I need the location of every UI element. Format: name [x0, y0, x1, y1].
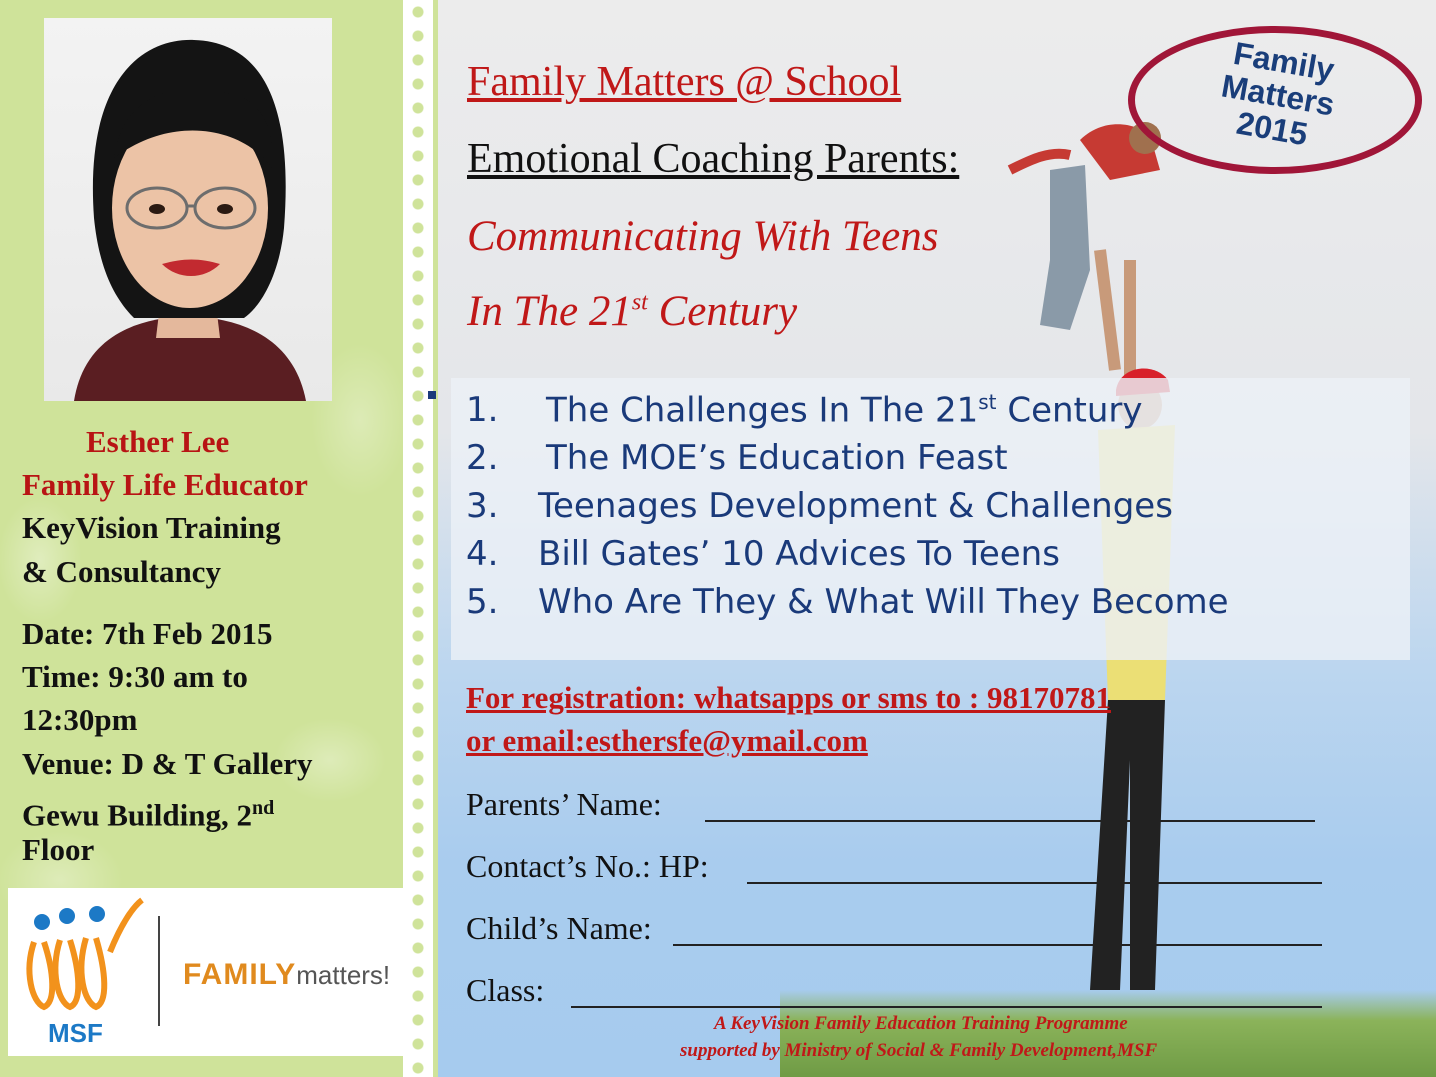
family-word: FAMILY [183, 958, 297, 991]
title-communicating-teens: Communicating With Teens [467, 213, 939, 260]
agenda-text: Teenages Development & Challenges [538, 486, 1173, 526]
event-time-line1: Time: 9:30 am to [22, 659, 248, 694]
agenda-number: 4. [466, 534, 499, 574]
event-venue-line1: Venue: D & T Gallery [22, 746, 313, 781]
parents-name-field[interactable] [705, 820, 1315, 822]
event-time-line2: 12:30pm [22, 702, 138, 737]
agenda-item: 3. Teenages Development & Challenges [466, 486, 1173, 526]
child-name-label: Child’s Name: [466, 910, 652, 946]
speaker-name: Esther Lee [86, 424, 230, 459]
agenda-text-b: Century [996, 390, 1143, 431]
class-field[interactable] [571, 1006, 1322, 1008]
speaker-org-line2: & Consultancy [22, 554, 221, 589]
agenda-number: 2. [466, 438, 499, 478]
agenda-number: 1. [466, 390, 499, 431]
msf-label: MSF [48, 1018, 103, 1048]
venue-floor-suffix: nd [252, 797, 275, 819]
matters-word: matters! [296, 960, 391, 990]
title-emotional-coaching: Emotional Coaching Parents: [467, 136, 960, 182]
footer-programme: A KeyVision Family Education Training Pr… [714, 1013, 1128, 1034]
contact-label: Contact’s No.: HP: [466, 848, 709, 884]
child-name-field[interactable] [673, 944, 1322, 946]
registration-contact[interactable]: For registration: whatsapps or sms to : … [466, 680, 1111, 716]
title-family-matters-school: Family Matters @ School [467, 59, 902, 105]
title-21st-century: In The 21st Century [467, 287, 797, 336]
agenda-item: 1. The Challenges In The 21st Century [466, 390, 1143, 430]
agenda-text: The MOE’s Education Feast [546, 438, 1008, 478]
class-label: Class: [466, 972, 545, 1008]
registration-email[interactable]: or email:esthersfe@ymail.com [466, 723, 868, 759]
agenda-text: Who Are They & What Will They Become [538, 582, 1229, 622]
logo-divider [158, 916, 160, 1026]
msf-logo-icon: MSF [26, 897, 144, 1048]
speaker-org-line1: KeyVision Training [22, 510, 281, 545]
bullet-marker [428, 391, 436, 399]
agenda-item: 5. Who Are They & What Will They Become [466, 582, 1229, 622]
speaker-role: Family Life Educator [22, 467, 308, 502]
footer-supported-by: supported by Ministry of Social & Family… [680, 1040, 1158, 1061]
speaker-portrait [44, 18, 332, 401]
portrait-illustration [74, 39, 306, 401]
agenda-number: 3. [466, 486, 499, 526]
agenda-text: The Challenges In The 21 [546, 390, 979, 431]
family-matters-logo: FAMILYmatters! [183, 958, 390, 992]
agenda-sup: st [978, 390, 997, 414]
parents-name-label: Parents’ Name: [466, 786, 662, 822]
event-venue-line3: Floor [22, 832, 95, 867]
title-21st-sup: st [631, 289, 648, 316]
contact-field[interactable] [747, 882, 1322, 884]
agenda-number: 5. [466, 582, 499, 622]
title-21st-part-b: Century [647, 288, 798, 335]
agenda-item: 2. The MOE’s Education Feast [466, 438, 1008, 478]
agenda-text: Bill Gates’ 10 Advices To Teens [538, 534, 1060, 574]
agenda-item: 4. Bill Gates’ 10 Advices To Teens [466, 534, 1060, 574]
title-21st-part-a: In The 21 [467, 288, 632, 335]
sponsor-logos: MSF FAMILYmatters! [8, 888, 409, 1056]
event-date: Date: 7th Feb 2015 [22, 616, 273, 651]
